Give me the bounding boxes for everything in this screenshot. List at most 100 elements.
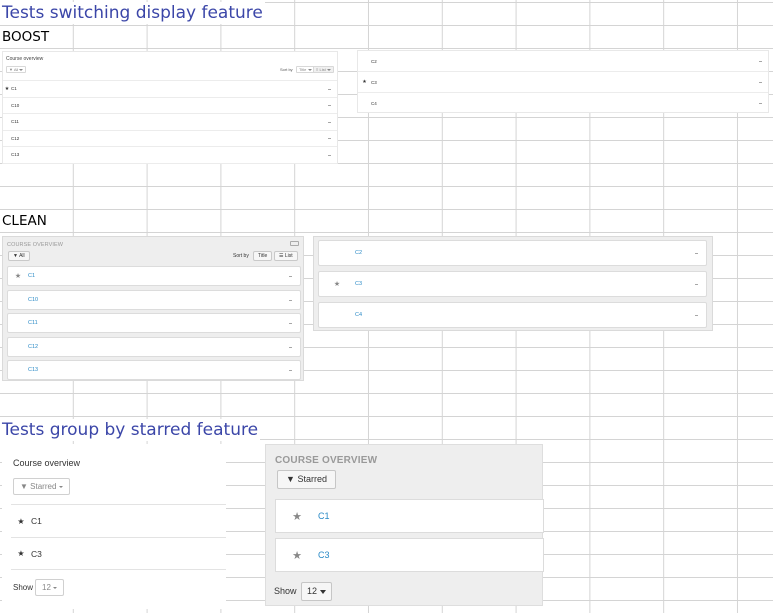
boost-course-row[interactable]: ★ C1 ... [3,81,337,98]
list-icon: ☰ [279,253,284,259]
clean-course-row[interactable]: C4 ... [318,302,707,328]
more-actions-button[interactable]: ... [288,297,292,303]
more-actions-button[interactable]: ... [288,273,292,279]
clean-course-row[interactable]: ★ C3 ... [318,271,707,297]
boost-heading: BOOST [0,28,52,46]
more-actions-button[interactable]: ... [758,79,762,85]
star-icon: ★ [17,549,25,558]
clean-heading: CLEAN [0,212,49,230]
more-actions-button[interactable]: ... [694,250,698,256]
starred-boost-show-value: 12 [42,583,51,592]
boost-filter-label: All [13,67,19,72]
boost-filter-button[interactable]: ▼ All [6,66,27,73]
course-name[interactable]: C12 [11,136,19,141]
more-actions-button[interactable]: ... [288,367,292,373]
caret-down-icon [19,68,24,71]
starred-boost-title: Course overview [13,458,81,468]
boost-course-row[interactable]: C11 ... [3,114,337,131]
course-name[interactable]: C11 [28,320,38,326]
clean-course-row[interactable]: C11 ... [7,313,301,333]
clean-filter-button[interactable]: ▼ All [8,251,30,261]
clean-course-row[interactable]: ★ C1 ... [7,266,301,286]
boost-course-row[interactable]: C13 ... [3,147,337,164]
clean-sort-button[interactable]: Title [253,251,273,261]
clean-view-value: List [284,253,293,259]
starred-clean-row[interactable]: ★ C1 [275,499,544,533]
more-actions-button[interactable]: ... [327,119,331,125]
caret-down-icon [319,589,326,594]
starred-boost-row[interactable]: ★ C1 [11,504,226,537]
filter-icon: ▼ [9,67,13,72]
switching-heading: Tests switching display feature [0,2,265,24]
starred-boost-filter-label: Starred [30,482,57,491]
course-name[interactable]: C3 [371,80,377,85]
star-icon: ★ [292,549,302,562]
boost-course-list-page2: C2 ... ★ C3 ... C4 ... [357,50,769,113]
course-name[interactable]: C3 [355,281,362,287]
starred-clean-filter-label: Starred [297,474,327,484]
clean-course-row[interactable]: C12 ... [7,337,301,357]
more-actions-button[interactable]: ... [327,135,331,141]
course-name[interactable]: C11 [11,119,19,124]
course-name[interactable]: C10 [28,297,38,303]
starred-clean-show-select[interactable]: 12 [301,582,332,601]
starred-clean-block: COURSE OVERVIEW ▼ Starred ★ C1 ★ C3 Show… [265,444,544,606]
course-name[interactable]: C2 [355,250,362,256]
filter-icon: ▼ [20,482,28,491]
starred-boost-block: Course overview ▼ Starred ★ C1 ★ C3 Show… [2,444,226,609]
boost-course-row[interactable]: ★ C3 ... [358,72,768,93]
collapse-icon[interactable] [290,241,299,246]
boost-sort-button[interactable]: Title [296,66,315,73]
clean-course-row[interactable]: C2 ... [318,240,707,266]
boost-course-row[interactable]: C2 ... [358,51,768,72]
more-actions-button[interactable]: ... [288,344,292,350]
more-actions-button[interactable]: ... [758,100,762,106]
starred-boost-show-select[interactable]: 12 [35,579,65,596]
clean-course-row[interactable]: C10 ... [7,290,301,310]
more-actions-button[interactable]: ... [694,312,698,318]
filter-icon: ▼ [286,474,295,484]
course-name[interactable]: C3 [31,549,42,559]
boost-view-button[interactable]: ≡ List [313,66,334,73]
starred-boost-row[interactable]: ★ C3 [11,537,226,570]
course-name[interactable]: C4 [355,312,362,318]
clean-course-row[interactable]: C13 ... [7,360,301,380]
starred-clean-show-label: Show [274,586,297,596]
course-name[interactable]: C12 [28,344,38,350]
starred-clean-filter-button[interactable]: ▼ Starred [277,470,336,489]
boost-course-row[interactable]: C4 ... [358,93,768,113]
more-actions-button[interactable]: ... [758,58,762,64]
course-name[interactable]: C10 [11,103,19,108]
clean-sort-label: Sort by [233,253,249,259]
boost-sort-value: Title [299,67,307,72]
boost-course-overview-block: Course overview ▼ All Sort by Title ≡ Li… [2,51,338,164]
more-actions-button[interactable]: ... [288,320,292,326]
clean-block-title: COURSE OVERVIEW [7,242,64,248]
star-icon: ★ [362,79,367,85]
course-name[interactable]: C1 [11,86,17,91]
course-name[interactable]: C4 [371,101,377,106]
course-name[interactable]: C1 [28,273,35,279]
more-actions-button[interactable]: ... [327,102,331,108]
course-name[interactable]: C13 [28,367,38,373]
boost-course-row[interactable]: C12 ... [3,131,337,147]
course-name[interactable]: C13 [11,152,19,157]
boost-sort-label: Sort by [280,67,293,72]
caret-down-icon [58,485,63,488]
more-actions-button[interactable]: ... [327,86,331,92]
clean-view-button[interactable]: ☰ List [274,251,298,261]
boost-course-row[interactable]: C10 ... [3,98,337,114]
course-name[interactable]: C1 [31,516,42,526]
filter-icon: ▼ [13,253,18,259]
star-icon: ★ [17,516,25,526]
course-name[interactable]: C3 [318,550,330,560]
boost-course-list: ★ C1 ... C10 ... C11 ... C12 ... C13 ... [3,80,337,164]
starred-boost-filter-button[interactable]: ▼ Starred [13,478,70,495]
starred-heading: Tests group by starred feature [0,419,261,441]
more-actions-button[interactable]: ... [327,152,331,158]
course-name[interactable]: C1 [318,511,330,521]
more-actions-button[interactable]: ... [694,281,698,287]
clean-filter-label: All [19,253,25,259]
starred-clean-row[interactable]: ★ C3 [275,538,544,572]
course-name[interactable]: C2 [371,59,377,64]
